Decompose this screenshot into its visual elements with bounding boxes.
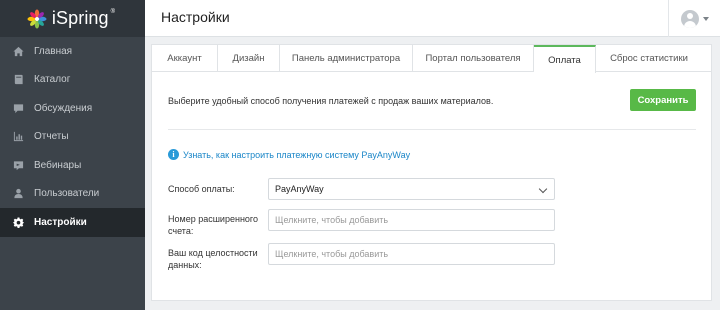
sidebar-item-label: Вебинары xyxy=(34,159,82,171)
tab-account[interactable]: Аккаунт xyxy=(152,45,218,72)
help-link-text: Узнать, как настроить платежную систему … xyxy=(183,149,411,160)
sidebar-item-catalog[interactable]: Каталог xyxy=(0,66,145,95)
account-number-field[interactable]: Щелкните, чтобы добавить xyxy=(268,209,555,231)
sidebar-item-label: Главная xyxy=(34,45,73,57)
webinar-icon xyxy=(12,159,24,171)
avatar xyxy=(680,9,699,28)
sidebar-item-label: Обсуждения xyxy=(34,102,93,114)
settings-panel: Аккаунт Дизайн Панель администратора Пор… xyxy=(151,44,712,301)
sidebar-nav: Главная Каталог Обсуждения Отчеты Вебина… xyxy=(0,37,145,237)
integrity-code-field[interactable]: Щелкните, чтобы добавить xyxy=(268,243,555,265)
top-bar: Настройки xyxy=(145,0,720,37)
bar-chart-icon xyxy=(12,131,24,143)
tab-user-portal[interactable]: Портал пользователя xyxy=(413,45,534,72)
chevron-down-icon xyxy=(538,184,548,194)
sidebar: iSpring ® Главная Каталог Обсуждения Отч… xyxy=(0,0,145,310)
tab-reset-statistics[interactable]: Сброс статистики xyxy=(596,45,702,72)
sidebar-item-label: Каталог xyxy=(34,74,71,86)
divider xyxy=(168,129,696,130)
save-button[interactable]: Сохранить xyxy=(630,89,696,111)
tab-payment[interactable]: Оплата xyxy=(534,45,596,73)
logo[interactable]: iSpring ® xyxy=(0,0,145,37)
ispring-flower-icon xyxy=(27,9,47,28)
sidebar-item-label: Пользователи xyxy=(34,188,100,200)
sidebar-item-discussions[interactable]: Обсуждения xyxy=(0,94,145,123)
payment-method-label: Способ оплаты: xyxy=(168,184,235,194)
user-menu-button[interactable] xyxy=(668,0,720,37)
settings-tabs: Аккаунт Дизайн Панель администратора Пор… xyxy=(152,45,711,73)
integrity-code-label: Ваш код целостности данных: xyxy=(168,248,258,270)
payment-method-value: PayAnyWay xyxy=(275,184,324,194)
help-link[interactable]: i Узнать, как настроить платежную систем… xyxy=(168,149,410,160)
book-icon xyxy=(12,74,24,86)
tab-design[interactable]: Дизайн xyxy=(218,45,280,72)
home-icon xyxy=(12,45,24,57)
page-title: Настройки xyxy=(161,9,230,25)
payment-method-select[interactable]: PayAnyWay xyxy=(268,178,555,200)
gear-icon xyxy=(12,216,24,228)
account-number-label: Номер расширенного счета: xyxy=(168,214,259,236)
user-icon xyxy=(12,188,24,200)
tab-admin-panel[interactable]: Панель администратора xyxy=(280,45,413,72)
sidebar-item-label: Отчеты xyxy=(34,131,69,143)
chat-icon xyxy=(12,102,24,114)
logo-registered-mark: ® xyxy=(110,8,116,15)
sidebar-item-label: Настройки xyxy=(34,216,87,228)
payment-description: Выберите удобный способ получения платеж… xyxy=(168,96,494,106)
sidebar-item-settings[interactable]: Настройки xyxy=(0,208,145,237)
sidebar-item-users[interactable]: Пользователи xyxy=(0,180,145,209)
sidebar-item-home[interactable]: Главная xyxy=(0,37,145,66)
sidebar-item-webinars[interactable]: Вебинары xyxy=(0,151,145,180)
caret-down-icon xyxy=(702,16,709,21)
logo-text: iSpring xyxy=(51,8,109,28)
info-icon: i xyxy=(168,149,179,160)
sidebar-item-reports[interactable]: Отчеты xyxy=(0,123,145,152)
